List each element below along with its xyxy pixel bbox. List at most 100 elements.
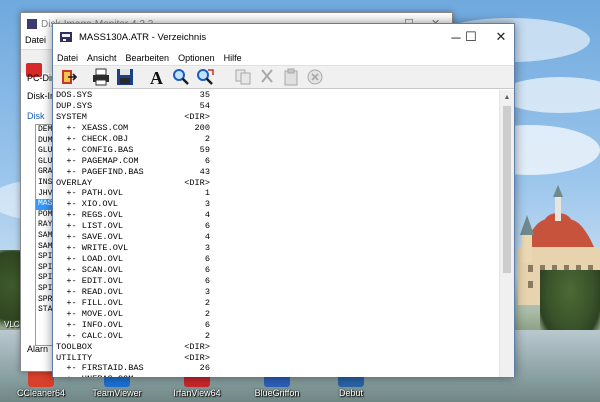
file-name: DOS.SYS [56,90,93,100]
file-name: +- WRITE.OVL [56,243,129,254]
file-size: 2 [204,297,210,308]
file-name: +- MOVE.OVL [56,308,124,319]
file-name: +- PAGEFIND.BAS [56,166,144,177]
toolbar: A [53,65,514,89]
list-item[interactable]: +- SCAN.OVL 6 [53,265,500,276]
list-item[interactable]: TOOLBOX <DIR> [53,342,500,353]
cut-button[interactable] [257,67,277,87]
file-size: <DIR> [184,111,210,122]
file-size: 1 [204,188,210,199]
print-button[interactable] [91,67,111,87]
cut-icon [261,69,273,83]
list-item[interactable]: +- PATH.OVL 1 [53,188,500,199]
file-size: 2 [204,308,210,319]
list-item[interactable]: +- READ.OVL 3 [53,287,500,298]
zoom-icon [173,69,189,85]
maximize-button[interactable]: ☐ [456,24,486,50]
scroll-up-arrow-icon[interactable]: ▲ [500,90,514,105]
menu-ansicht[interactable]: Ansicht [87,53,117,63]
paste-button[interactable] [281,67,301,87]
list-item[interactable]: +- UNERAS.COM [53,374,500,377]
list-item[interactable]: DUP.SYS 54 [53,101,500,112]
file-size: 26 [199,363,210,374]
list-item[interactable]: +- WRITE.OVL 3 [53,243,500,254]
file-name: UTILITY [56,352,93,363]
file-size: 3 [204,199,210,210]
desktop-icon-label: TeamViewer [92,388,142,398]
close-button[interactable]: ✕ [486,24,516,50]
list-item[interactable]: UTILITY <DIR> [53,353,500,364]
copy-icon [235,69,251,85]
list-item[interactable]: SYSTEM <DIR> [53,112,500,123]
disk-image-label[interactable]: Disk-Ir [27,91,53,101]
file-size: <DIR> [184,341,210,352]
exit-button[interactable] [59,67,79,87]
file-size: 3 [204,243,210,254]
list-item[interactable]: +- MOVE.OVL 2 [53,309,500,320]
file-name: +- EDIT.OVL [56,275,124,286]
file-size: 6 [204,155,210,166]
zoom-button[interactable] [171,67,191,87]
vertical-scrollbar[interactable]: ▲ [499,90,514,377]
disk-tab-label[interactable]: Disk [27,111,45,121]
list-item[interactable]: +- PAGEFIND.BAS 43 [53,167,500,178]
list-item[interactable]: +- REGS.OVL 4 [53,210,500,221]
directory-listing[interactable]: DOS.SYS 35 DUP.SYS 54 SYSTEM <DIR> +- XEASS.C… [53,90,500,377]
window-title: MASS130A.ATR - Verzeichnis [79,31,207,43]
app-icon [27,19,37,29]
menu-optionen[interactable]: Optionen [178,53,215,63]
file-size: 6 [204,221,210,232]
copy-button[interactable] [233,67,253,87]
file-name: DUP.SYS [56,100,93,111]
list-item[interactable]: +- XIO.OVL 3 [53,199,500,210]
list-item[interactable]: +- XEASS.COM 200 [53,123,500,134]
file-name: +- CONFIG.BAS [56,144,134,155]
file-name: SYSTEM [56,111,87,122]
list-item[interactable]: OVERLAY <DIR> [53,178,500,189]
desktop-side-label: VLC [4,320,20,329]
list-item[interactable]: +- CONFIG.BAS 59 [53,145,500,156]
file-size: 6 [204,254,210,265]
menu-hilfe[interactable]: Hilfe [224,53,242,63]
menu-bearbeiten[interactable]: Bearbeiten [126,53,170,63]
list-item[interactable]: +- PAGEMAP.COM 6 [53,156,500,167]
scroll-thumb[interactable] [503,106,511,273]
file-name: +- FIRSTAID.BAS [56,363,144,374]
title-bar[interactable]: MASS130A.ATR - Verzeichnis ─ ☐ ✕ [53,24,514,50]
list-item[interactable]: DOS.SYS 35 [53,90,500,101]
desktop-icon-label: BlueGriffon [254,388,300,398]
list-item[interactable]: +- CHECK.OBJ 2 [53,134,500,145]
font-button[interactable]: A [147,67,167,87]
delete-button[interactable] [305,67,325,87]
file-size: 54 [199,100,210,111]
file-name: +- CALC.OVL [56,330,124,341]
save-button[interactable] [115,67,135,87]
file-size: 2 [204,133,210,144]
menu-datei[interactable]: Datei [25,35,46,45]
file-size: 4 [204,232,210,243]
file-name: +- LIST.OVL [56,221,124,232]
desktop-icon-label: CCleaner64 [16,388,66,398]
find-next-button[interactable] [195,67,215,87]
file-name: +- LOAD.OVL [56,254,124,265]
paste-icon [284,68,298,86]
directory-window[interactable]: MASS130A.ATR - Verzeichnis ─ ☐ ✕ Datei A… [52,23,515,377]
list-item[interactable]: +- FILL.OVL 2 [53,298,500,309]
list-item[interactable]: +- CALC.OVL 2 [53,331,500,342]
file-name: +- PAGEMAP.COM [56,155,139,166]
menu-datei[interactable]: Datei [57,53,78,63]
list-item[interactable]: +- LIST.OVL 6 [53,221,500,232]
list-item[interactable]: +- SAVE.OVL 4 [53,232,500,243]
list-item[interactable]: +- FIRSTAID.BAS 26 [53,363,500,374]
pc-dir-label[interactable]: PC-Dir [27,73,54,83]
file-name: +- XIO.OVL [56,199,118,210]
save-icon [117,69,133,85]
list-item[interactable]: +- EDIT.OVL 6 [53,276,500,287]
list-item[interactable]: +- INFO.OVL 6 [53,320,500,331]
desktop-icon-label: Debut [338,388,364,398]
menu-bar: Datei Ansicht Bearbeiten Optionen Hilfe [53,50,514,65]
file-name: +- READ.OVL [56,286,124,297]
file-size: 4 [204,210,210,221]
exit-icon [62,70,78,84]
list-item[interactable]: +- LOAD.OVL 6 [53,254,500,265]
